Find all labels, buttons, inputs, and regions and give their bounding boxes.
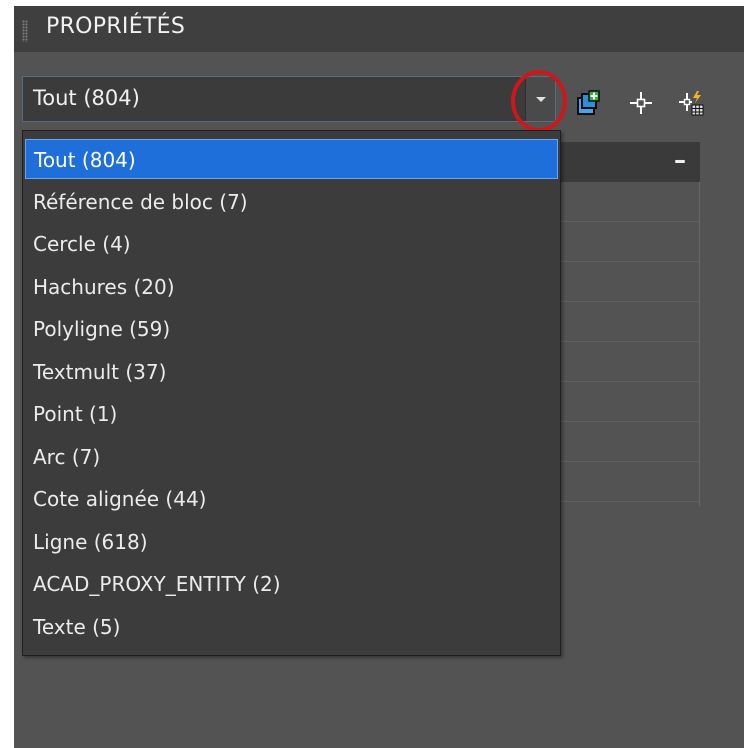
collapse-group-icon[interactable]: –	[674, 146, 686, 174]
property-row[interactable]	[556, 222, 699, 262]
properties-palette: PROPRIÉTÉS – Tout (804) Tout (804) Référ…	[14, 6, 744, 748]
selector-value: Tout (804)	[33, 86, 140, 110]
drag-grip-icon[interactable]	[22, 20, 28, 42]
toggle-pickadd-button[interactable]	[576, 90, 602, 116]
dropdown-option[interactable]: Arc (7)	[25, 437, 558, 477]
property-row[interactable]	[556, 182, 699, 222]
dropdown-option[interactable]: Point (1)	[25, 394, 558, 434]
select-objects-icon	[630, 92, 652, 114]
dropdown-option[interactable]: Textmult (37)	[25, 352, 558, 392]
object-type-dropdown-list: Tout (804) Référence de bloc (7) Cercle (4…	[22, 130, 561, 656]
object-type-selector[interactable]: Tout (804)	[22, 76, 556, 122]
select-objects-button[interactable]	[628, 90, 654, 116]
toggle-pickadd-icon	[577, 90, 600, 115]
quick-select-button[interactable]	[678, 90, 704, 116]
property-row[interactable]	[556, 262, 699, 302]
property-grid	[556, 182, 700, 506]
palette-title-bar[interactable]: PROPRIÉTÉS	[14, 6, 744, 52]
dropdown-option[interactable]: Polyligne (59)	[25, 309, 558, 349]
dropdown-option[interactable]: Tout (804)	[25, 139, 558, 179]
dropdown-option[interactable]: Texte (5)	[25, 607, 558, 647]
quick-select-icon	[679, 91, 704, 116]
chevron-down-icon	[536, 97, 546, 102]
property-group-header[interactable]: –	[556, 142, 700, 182]
dropdown-option[interactable]: Cote alignée (44)	[25, 479, 558, 519]
property-row[interactable]	[556, 342, 699, 382]
dropdown-option[interactable]: Référence de bloc (7)	[25, 182, 558, 222]
dropdown-option[interactable]: Cercle (4)	[25, 224, 558, 264]
dropdown-arrow-button[interactable]	[525, 77, 555, 121]
dropdown-option[interactable]: Hachures (20)	[25, 267, 558, 307]
palette-title: PROPRIÉTÉS	[46, 14, 186, 39]
property-row[interactable]	[556, 462, 699, 502]
property-row[interactable]	[556, 302, 699, 342]
property-row[interactable]	[556, 382, 699, 422]
dropdown-option[interactable]: ACAD_PROXY_ENTITY (2)	[25, 564, 558, 604]
dropdown-option[interactable]: Ligne (618)	[25, 522, 558, 562]
property-row[interactable]	[556, 422, 699, 462]
